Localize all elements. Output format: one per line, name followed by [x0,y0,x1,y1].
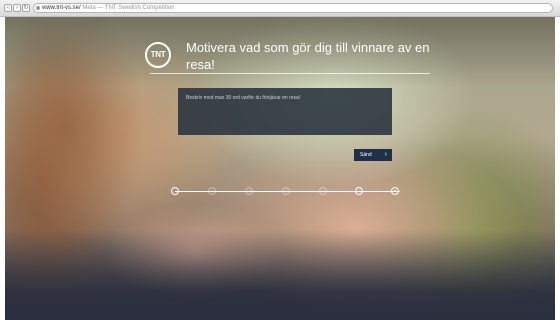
progress-step-2 [208,187,216,195]
progress-step-1 [171,187,179,195]
back-button[interactable]: ‹ [4,4,12,12]
page-content: TNT Motivera vad som gör dig till vinnar… [5,17,555,320]
reload-button[interactable]: ↻ [22,4,30,12]
progress-step-5 [319,187,327,195]
progress-step-7 [391,187,399,195]
progress-step-3 [245,187,253,195]
url-text: www.tnt-vs.se/ Meta — TNT Swedish Compet… [42,5,175,11]
bottom-vignette [5,230,555,320]
chevron-right-icon: › [384,151,387,158]
site-info-icon[interactable] [36,6,40,10]
question-heading: Motivera vad som gör dig till vinnare av… [186,40,430,72]
progress-step-4 [282,187,290,195]
address-bar[interactable]: www.tnt-vs.se/ Meta — TNT Swedish Compet… [33,3,553,13]
url: www.tnt-vs.se/ [42,5,81,11]
heading-divider [150,73,430,74]
answer-placeholder: Beskriv med max 30 ord varför du förtjän… [186,95,301,101]
send-button[interactable]: Sänd › [354,149,392,161]
progress-step-6 [355,187,363,195]
tnt-logo: TNT [145,42,171,68]
page-title-in-bar: Meta — TNT Swedish Competition [82,5,175,11]
answer-textarea[interactable]: Beskriv med max 30 ord varför du förtjän… [178,88,392,135]
browser-toolbar: ‹ › ↻ www.tnt-vs.se/ Meta — TNT Swedish … [0,0,560,17]
forward-button[interactable]: › [13,4,21,12]
send-button-label: Sänd [360,152,372,158]
